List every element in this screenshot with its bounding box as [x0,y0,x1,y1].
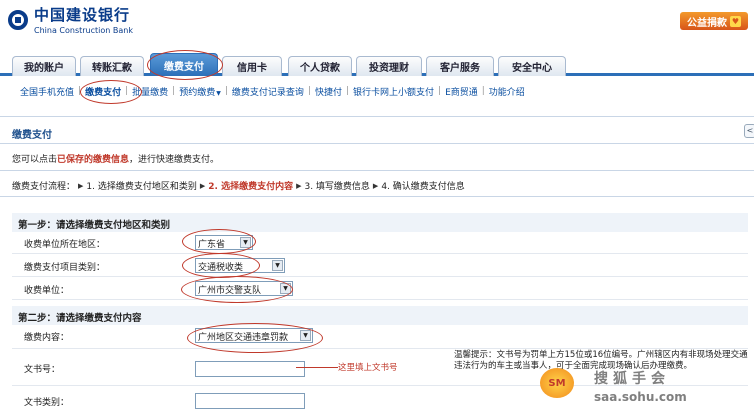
subnav-payment[interactable]: 缴费支付 [85,85,121,98]
step1-heading: 第一步：请选择缴费支付地区和类别 [12,213,748,232]
main-tab-bar: 我的账户 转账汇款 缴费支付 信用卡 个人贷款 投资理财 客户服务 安全中心 [0,52,754,76]
step2-heading: 第二步：请选择缴费支付内容 [12,306,748,325]
watermark-brand: 搜狐手会 [594,371,670,387]
subnav-mobile-topup[interactable]: 全国手机充值 [20,85,74,98]
watermark: SM 搜狐手会 saa.sohu.com [540,366,752,412]
tab-security-center[interactable]: 安全中心 [498,56,566,76]
tab-transfer[interactable]: 转账汇款 [80,56,144,76]
form-row-category: 缴费支付项目类别： 交通税收类 ▼ [12,255,748,277]
triangle-right-icon: ▶ [78,181,84,190]
tab-investment[interactable]: 投资理财 [356,56,422,76]
tab-credit-card[interactable]: 信用卡 [222,56,282,76]
triangle-right-icon: ▶ [296,181,302,190]
divider [0,170,754,171]
subnav-scheduled-payment[interactable]: 预约缴费▼ [179,85,221,98]
subnav-payment-history[interactable]: 缴费支付记录查询 [232,85,304,98]
flow-step-3: 3. 填写缴费信息 [304,182,370,192]
flow-step-1: 1. 选择缴费支付地区和类别 [86,182,197,192]
doc-type-input[interactable] [195,393,305,409]
tab-my-account[interactable]: 我的账户 [12,56,76,76]
sohu-logo-icon: SM [540,368,574,398]
bank-name-en: China Construction Bank [34,26,133,35]
subnav-feature-intro[interactable]: 功能介绍 [489,85,525,98]
region-label: 收费单位所在地区： [24,240,106,250]
page-header: 中国建设银行 China Construction Bank 公益捐款 ♥ [0,0,754,52]
category-label: 缴费支付项目类别： [24,263,106,273]
bank-logo[interactable]: 中国建设银行 China Construction Bank [8,4,133,35]
ccb-logo-icon [8,9,28,30]
dropdown-arrow-icon: ▼ [216,89,221,97]
triangle-right-icon: ▶ [372,181,379,190]
form-row-unit: 收费单位： 广州市交警支队 ▼ [12,278,748,300]
chevron-down-icon: ▼ [300,330,311,341]
tab-personal-loan[interactable]: 个人贷款 [288,56,352,76]
form-row-region: 收费单位所在地区： 广东省 ▼ [12,232,748,254]
flow-step-2: 2. 选择缴费支付内容 [208,182,294,192]
divider [0,116,754,117]
bank-name: 中国建设银行 [34,6,131,24]
subnav-e-trade[interactable]: E商贸通 [445,85,478,98]
doc-type-label: 文书类别： [24,398,70,408]
sub-navigation: 全国手机充值 | 缴费支付 | 批量缴费 | 预约缴费▼ | 缴费支付记录查询 … [20,85,525,98]
subnav-micro-payment[interactable]: 银行卡网上小额支付 [353,85,434,98]
subnav-quick-pay[interactable]: 快捷付 [315,85,342,98]
unit-select[interactable]: 广州市交警支队 ▼ [195,281,293,296]
content-label: 缴费内容： [24,333,70,343]
tab-payment[interactable]: 缴费支付 [150,53,218,76]
divider [0,143,754,144]
watermark-url: saa.sohu.com [594,390,687,404]
heart-icon: ♥ [730,15,741,27]
annotation-text: 这里填上文书号 [338,363,398,373]
doc-no-label: 文书号： [24,365,61,375]
charity-donate-button[interactable]: 公益捐款 ♥ [680,12,748,30]
divider [0,196,754,197]
chevron-down-icon: ▼ [272,260,283,271]
chevron-down-icon: ▼ [240,237,251,248]
subnav-batch-payment[interactable]: 批量缴费 [132,85,168,98]
category-select[interactable]: 交通税收类 ▼ [195,258,285,273]
section-title: 缴费支付 [12,130,52,141]
tab-customer-service[interactable]: 客户服务 [426,56,494,76]
payment-flow-steps: 缴费支付流程： ▶ 1. 选择缴费支付地区和类别 ▶ 2. 选择缴费支付内容 ▶… [12,179,465,193]
chevron-down-icon: ▼ [280,283,291,294]
saved-info-notice: 您可以点击已保存的缴费信息，进行快速缴费支付。 [12,155,220,165]
content-select[interactable]: 广州地区交通违章罚款 ▼ [195,328,313,343]
annotation-arrow [296,367,338,368]
doc-no-input[interactable] [195,361,305,377]
collapse-icon[interactable]: < [744,124,754,138]
saved-payment-info-link[interactable]: 已保存的缴费信息 [57,155,129,165]
region-select[interactable]: 广东省 ▼ [195,235,253,250]
triangle-right-icon: ▶ [199,181,206,190]
flow-step-4: 4. 确认缴费支付信息 [381,182,465,192]
form-row-content: 缴费内容： 广州地区交通违章罚款 ▼ [12,325,748,349]
unit-label: 收费单位： [24,286,70,296]
